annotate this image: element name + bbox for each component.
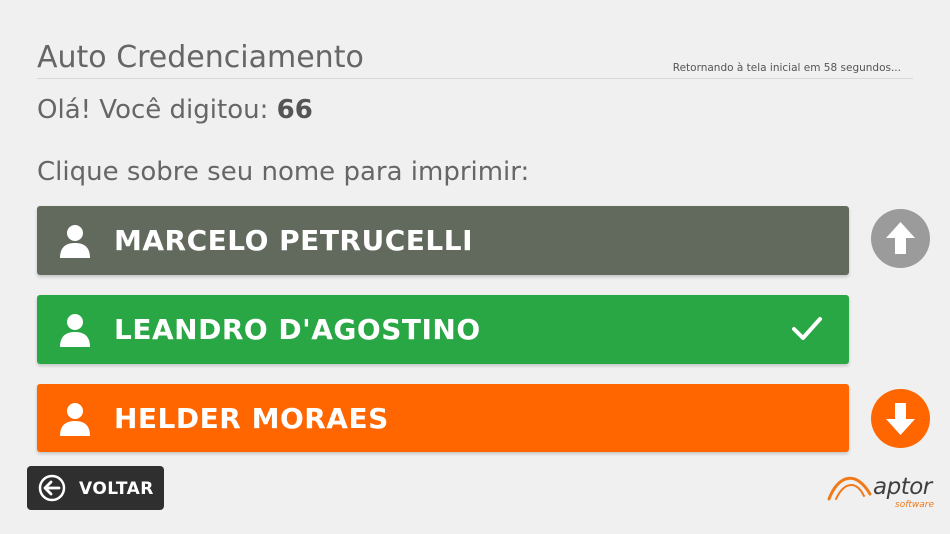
typed-code-value: 66 (276, 95, 313, 125)
logo-arc-icon (827, 476, 872, 501)
scroll-down-button[interactable] (871, 389, 930, 448)
arrow-down-icon (871, 389, 930, 448)
person-icon (60, 225, 90, 258)
arrow-up-icon (871, 209, 930, 268)
name-option-leandro-dagostino[interactable]: LEANDRO D'AGOSTINO (37, 295, 849, 364)
logo-subtitle: software (895, 500, 935, 510)
person-icon (60, 314, 90, 347)
self-checkin-screen: Auto Credenciamento Retornando à tela in… (0, 0, 950, 534)
page-title: Auto Credenciamento (37, 40, 364, 75)
typed-code-prefix: Olá! Você digitou: (37, 95, 277, 125)
name-option-helder-moraes[interactable]: HELDER MORAES (37, 384, 849, 452)
checkmark-icon (792, 317, 822, 340)
arrow-left-circle-icon (38, 474, 66, 502)
back-button[interactable]: VOLTAR (27, 466, 164, 510)
logo-wordmark: aptor (873, 474, 932, 500)
person-icon (60, 403, 90, 436)
countdown-text: Retornando à tela inicial em 58 segundos… (672, 62, 901, 74)
name-label: HELDER MORAES (114, 402, 389, 435)
name-option-marcelo-petrucelli[interactable]: MARCELO PETRUCELLI (37, 206, 849, 275)
header: Auto Credenciamento Retornando à tela in… (37, 38, 913, 79)
typed-code-line: Olá! Você digitou: 66 (37, 95, 313, 125)
name-label: LEANDRO D'AGOSTINO (114, 313, 481, 346)
instruction-text: Clique sobre seu nome para imprimir: (37, 157, 530, 187)
name-label: MARCELO PETRUCELLI (114, 224, 473, 257)
scroll-up-button[interactable] (871, 209, 930, 268)
back-button-label: VOLTAR (79, 479, 154, 499)
aptor-software-logo: aptor software (826, 472, 938, 514)
